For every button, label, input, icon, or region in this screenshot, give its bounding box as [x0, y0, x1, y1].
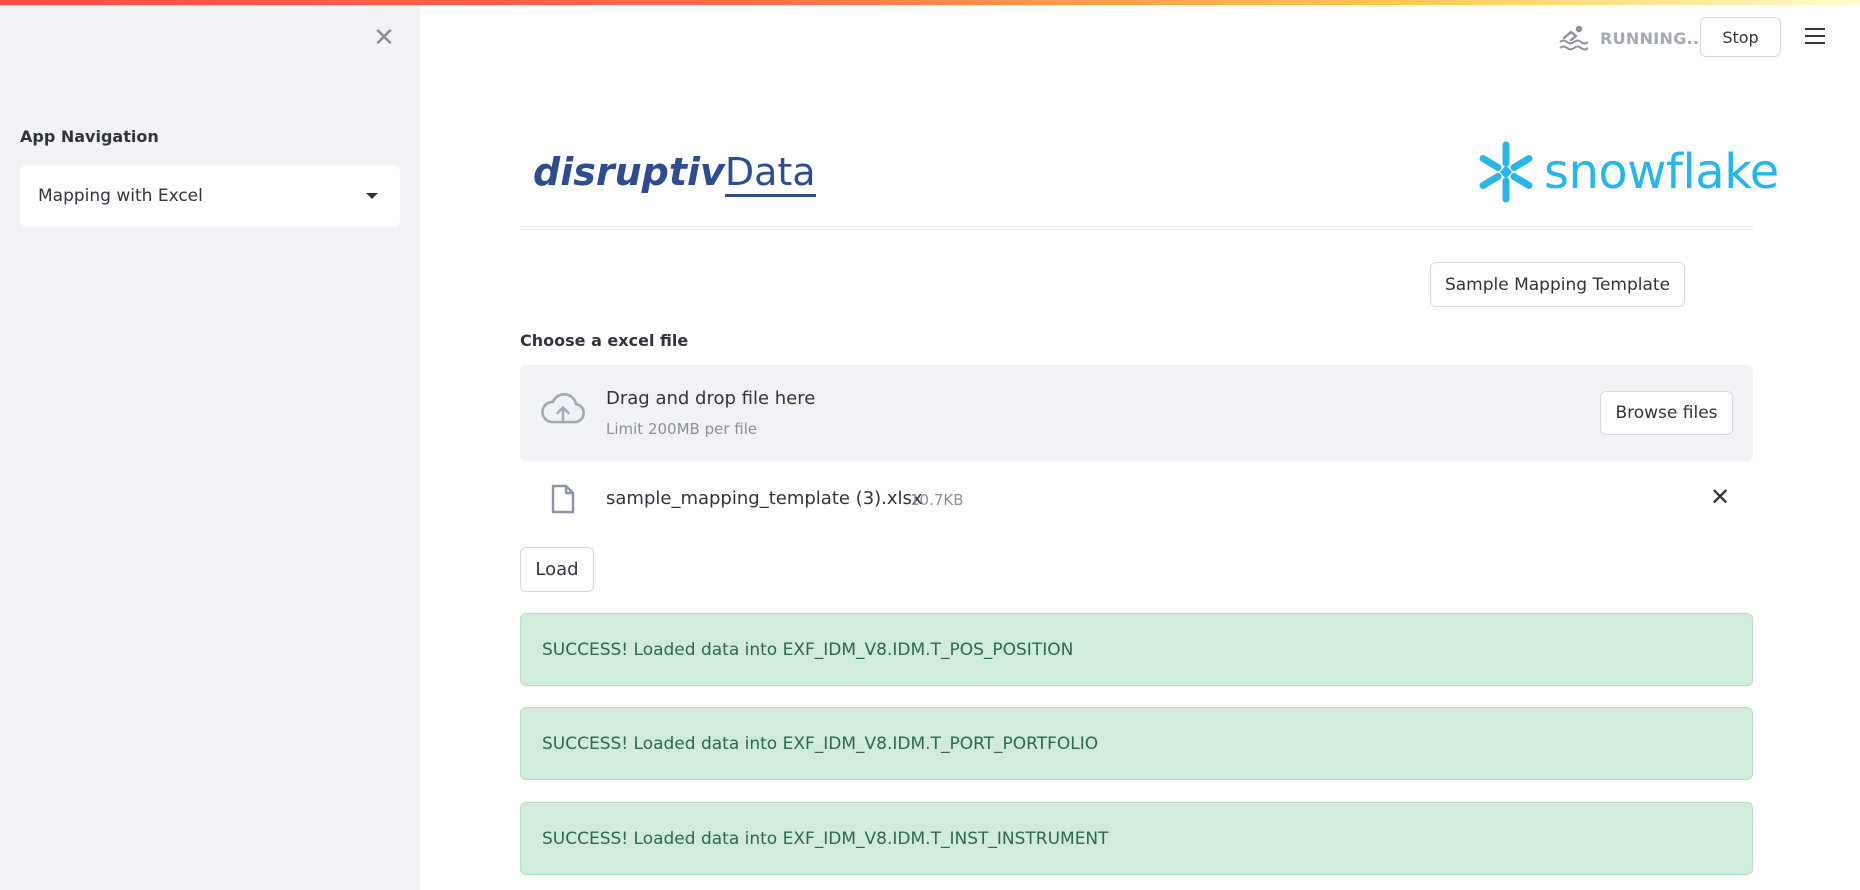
file-dropzone[interactable]: Drag and drop file here Limit 200MB per …: [520, 365, 1753, 461]
remove-file-close-icon[interactable]: ✕: [1708, 485, 1732, 509]
file-uploader-label: Choose a excel file: [520, 331, 689, 350]
uploaded-file-size: 10.7KB: [910, 491, 964, 509]
dropzone-limit-text: Limit 200MB per file: [606, 420, 758, 438]
snowflake-logo: snowflake: [1474, 140, 1779, 204]
stop-button[interactable]: Stop: [1700, 17, 1781, 57]
dropzone-title: Drag and drop file here: [606, 388, 816, 409]
logo-bold-text: disruptiv: [533, 150, 725, 194]
file-icon: [551, 484, 575, 514]
success-alert: SUCCESS! Loaded data into EXF_IDM_V8.IDM…: [520, 707, 1753, 780]
success-alert: SUCCESS! Loaded data into EXF_IDM_V8.IDM…: [520, 613, 1753, 686]
page-select-value: Mapping with Excel: [38, 186, 203, 206]
swimmer-icon: [1559, 25, 1588, 51]
sample-mapping-template-button[interactable]: Sample Mapping Template: [1430, 262, 1685, 307]
cloud-upload-icon: [541, 393, 585, 424]
hamburger-menu-icon[interactable]: [1805, 28, 1825, 46]
chevron-down-icon: [366, 193, 378, 199]
load-button[interactable]: Load: [520, 547, 594, 592]
snowflake-wordmark: snowflake: [1544, 144, 1779, 200]
logo-regular-text: Data: [724, 150, 816, 197]
success-alert: SUCCESS! Loaded data into EXF_IDM_V8.IDM…: [520, 802, 1753, 875]
sidebar: ✕ App Navigation Mapping with Excel: [0, 5, 420, 890]
running-status-text: RUNNING...: [1600, 29, 1706, 48]
sidebar-close-icon[interactable]: ✕: [372, 25, 396, 51]
header-divider: [520, 226, 1753, 230]
app-navigation-label: App Navigation: [20, 127, 159, 146]
browse-files-button[interactable]: Browse files: [1600, 391, 1733, 435]
disruptivdata-logo: disruptivData: [533, 150, 816, 197]
uploaded-file-name: sample_mapping_template (3).xlsx: [606, 488, 923, 509]
snowflake-icon: [1479, 141, 1533, 203]
page-select-dropdown[interactable]: Mapping with Excel: [20, 165, 400, 227]
